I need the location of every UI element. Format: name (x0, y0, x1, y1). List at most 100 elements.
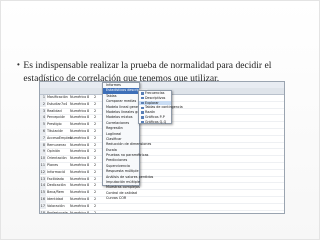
menu-item[interactable]: Curvas COR (103, 196, 139, 201)
table-cell: 11 (40, 162, 46, 169)
table-cell: 2 (94, 176, 97, 181)
table-cell: Opinión (47, 149, 61, 154)
table-cell: Numérico (70, 108, 87, 113)
table-cell: 15 (40, 190, 46, 196)
table-cell: Estudiar7x4 (47, 101, 68, 106)
table-cell: Numérico (70, 196, 87, 201)
submenu-item-label: Frecuencias (145, 91, 165, 95)
table-cell: Remunerac (47, 142, 67, 147)
table-row[interactable]: 13 Facilidado Numérico 8 2 (40, 176, 284, 184)
table-cell: 2 (94, 142, 97, 147)
table-cell: Numérico (70, 169, 87, 174)
table-cell: 8 (87, 142, 90, 147)
table-cell: Profesionale (47, 210, 68, 214)
table-cell: 2 (94, 122, 97, 127)
table-row[interactable]: 7 AccesoEmpleo Numérico 8 2 (40, 135, 284, 143)
table-cell: 2 (94, 162, 97, 167)
table-row[interactable]: 12 Informació Numérico 8 2 (40, 169, 284, 177)
table-cell: 2 (94, 203, 97, 208)
submenu-item-label: Gráficos Q-Q (145, 119, 167, 124)
table-cell: AccesoEmpleo (47, 135, 72, 140)
table-row[interactable]: 6 Titulación Numérico 8 2 (40, 128, 284, 136)
table-cell: 8 (87, 203, 90, 208)
table-cell: 10 (40, 156, 46, 162)
menu-item[interactable]: Respuesta múltiple (103, 169, 139, 174)
submenu-item-label: Tablas de contingencia (145, 105, 183, 110)
table-cell: 1 (40, 95, 46, 101)
table-cell: 8 (87, 176, 90, 181)
table-cell: Masificación (47, 95, 68, 99)
table-cell: 7 (40, 135, 46, 142)
table-cell: 8 (87, 169, 90, 174)
table-cell: 8 (87, 135, 90, 140)
table-row[interactable]: 11 Planes Numérico 8 2 (40, 162, 284, 170)
table-cell: Titulación (47, 128, 64, 133)
menu-item[interactable]: Estadísticos descriptivos (103, 88, 148, 94)
table-cell: Realidad (47, 108, 62, 113)
table-cell: 8 (87, 149, 90, 154)
table-row[interactable]: 10 Orientación Numérico 8 2 (40, 156, 284, 163)
table-cell: 8 (87, 190, 90, 195)
table-cell: 18 (40, 210, 46, 213)
table-cell: 2 (94, 128, 97, 133)
table-cell: 2 (94, 196, 97, 201)
table-cell: Numérico (70, 95, 87, 99)
table-cell: Numérico (70, 176, 87, 181)
table-cell: Numérico (70, 162, 87, 167)
submenu-item-icon (140, 116, 144, 119)
table-cell: 2 (94, 156, 97, 161)
table-cell: 8 (87, 122, 90, 127)
table-cell: 8 (87, 115, 90, 120)
table-cell: Numérico (70, 149, 87, 154)
table-row[interactable]: 18 Profesionale Numérico 8 2 (40, 210, 284, 214)
table-cell: Planes (47, 162, 59, 167)
table-cell: 13 (40, 176, 46, 183)
table-cell: 8 (87, 210, 90, 214)
table-cell: 3 (40, 108, 46, 115)
table-cell: Orientación (47, 156, 67, 161)
submenu-item-icon (140, 106, 144, 110)
table-row[interactable]: 8 Remunerac Numérico 8 2 (40, 142, 284, 150)
table-cell: 2 (94, 169, 97, 174)
table-cell: 14 (40, 183, 46, 189)
table-cell: 8 (87, 156, 90, 161)
table-cell: Numérico (70, 156, 87, 161)
table-row[interactable]: 16 Identidad Numérico 8 2 (40, 196, 284, 204)
table-cell: Numérico (70, 142, 87, 147)
menu-item[interactable]: Comparar medias (103, 99, 139, 104)
table-cell: 8 (87, 196, 90, 201)
table-cell: Numérico (70, 135, 87, 140)
table-row[interactable]: 9 Opinión Numérico 8 2 (40, 149, 284, 157)
table-cell: 8 (87, 162, 90, 167)
table-row[interactable]: 15 Beca/Rem Numérico 8 2 (40, 190, 284, 197)
table-cell: Numérico (70, 203, 87, 208)
table-cell: 2 (94, 115, 97, 120)
table-cell: Numérico (70, 122, 87, 127)
submenu-item-label: Gráficos P-P (145, 114, 165, 119)
menu-item[interactable]: Reducción de dimensiones (103, 142, 151, 147)
table-cell: 2 (94, 108, 97, 113)
table-cell: Numérico (70, 101, 87, 106)
submenu-item-icon (140, 111, 144, 114)
submenu-item-label: Explorar (145, 100, 159, 105)
table-cell: 9 (40, 149, 46, 155)
table-cell: 2 (94, 210, 97, 214)
table-cell: Prestigio (47, 122, 62, 127)
table-cell: Percepción (47, 115, 66, 120)
table-cell: Numérico (70, 210, 87, 214)
spss-screenshot: 1 Masificación Numérico 8 2 2 Estudiar7x4 Numér… (39, 81, 285, 214)
table-cell: 2 (40, 101, 46, 108)
submenu-item[interactable]: Gráficos Q-Q (139, 120, 171, 125)
analyze-menu: Informes Estadísticos descriptivos Tablas C… (102, 82, 159, 200)
table-cell: 2 (94, 149, 97, 154)
submenu-item-icon (140, 120, 144, 124)
table-cell: Informació (47, 169, 66, 174)
table-cell: 2 (94, 101, 97, 106)
table-cell: 17 (40, 203, 46, 210)
table-row[interactable]: 14 Dedicación Numérico 8 2 (40, 183, 284, 191)
table-cell: Dedicación (47, 183, 66, 188)
table-cell: Beca/Rem (47, 190, 65, 195)
table-row[interactable]: 17 Valoración Numérico 8 2 (40, 203, 284, 211)
table-cell: 6 (40, 128, 46, 135)
table-cell: 5 (40, 122, 46, 128)
